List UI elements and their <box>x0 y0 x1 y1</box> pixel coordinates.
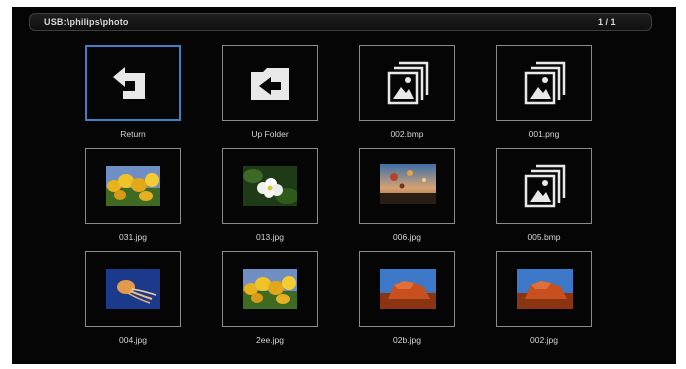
tile-label-013-jpg: 013.jpg <box>256 232 284 242</box>
tile-label-031-jpg: 031.jpg <box>119 232 147 242</box>
tile-label-up-folder: Up Folder <box>251 129 289 139</box>
tile-label-return: Return <box>120 129 146 139</box>
hot-air-balloons-thumbnail <box>380 164 436 204</box>
file-tile-004-jpg[interactable] <box>85 251 181 327</box>
file-tile-002-jpg[interactable] <box>496 251 592 327</box>
tile-label-005-bmp: 005.bmp <box>527 232 561 242</box>
white-flower-thumbnail <box>243 166 297 206</box>
file-tile-013-jpg[interactable] <box>222 148 318 224</box>
file-tile-031-jpg[interactable] <box>85 148 181 224</box>
tile-label-004-jpg: 004.jpg <box>119 335 147 345</box>
tile-label-006-jpg: 006.jpg <box>393 232 421 242</box>
return-icon <box>113 67 145 99</box>
image-placeholder-icon <box>524 61 566 105</box>
desert-rock-thumbnail <box>517 269 573 309</box>
page-indicator: 1 / 1 <box>598 17 616 27</box>
tulips-thumbnail <box>243 269 297 309</box>
file-tile-005-bmp[interactable] <box>496 148 592 224</box>
tulips-thumbnail <box>106 166 160 206</box>
photo-browser-screen: USB:\philips\photo 1 / 1 Return Up Folde… <box>12 7 676 364</box>
folder-up-icon <box>251 68 289 100</box>
image-placeholder-icon <box>387 61 429 105</box>
tile-label-002-jpg: 002.jpg <box>530 335 558 345</box>
tile-label-02b-jpg: 02b.jpg <box>393 335 421 345</box>
file-tile-006-jpg[interactable] <box>359 148 455 224</box>
file-tile-001-png[interactable] <box>496 45 592 121</box>
image-placeholder-icon <box>524 164 566 208</box>
file-tile-02b-jpg[interactable] <box>359 251 455 327</box>
file-tile-002-bmp[interactable] <box>359 45 455 121</box>
file-tile-2ee-jpg[interactable] <box>222 251 318 327</box>
tile-label-2ee-jpg: 2ee.jpg <box>256 335 284 345</box>
jellyfish-thumbnail <box>106 269 160 309</box>
return-tile[interactable] <box>85 45 181 121</box>
path-bar: USB:\philips\photo 1 / 1 <box>29 13 652 31</box>
up-folder-tile[interactable] <box>222 45 318 121</box>
tile-label-002-bmp: 002.bmp <box>390 129 424 139</box>
desert-rock-thumbnail <box>380 269 436 309</box>
tile-label-001-png: 001.png <box>528 129 560 139</box>
current-path: USB:\philips\photo <box>44 17 129 27</box>
